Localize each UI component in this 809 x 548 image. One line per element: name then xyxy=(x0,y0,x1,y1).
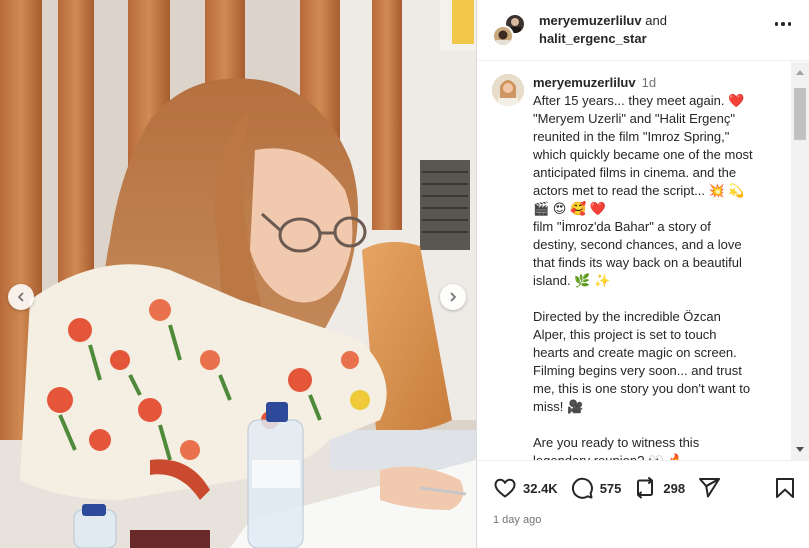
caption-line: destiny, second chances, and a love xyxy=(533,237,742,252)
caption-line: miss! 🎥 xyxy=(533,399,584,414)
comment-button[interactable]: 575 xyxy=(570,476,622,500)
caption-line: After 15 years... they meet again. ❤️ xyxy=(533,93,745,108)
caption-line: me, this is one story you don't want to xyxy=(533,381,751,396)
caption-line: "Meryem Uzerli" and "Halit Ergenç" xyxy=(533,111,735,126)
bookmark-icon xyxy=(776,478,794,498)
caption-line: island. 🌿 ✨ xyxy=(533,273,611,288)
scrollbar[interactable] xyxy=(791,62,809,460)
username-link[interactable]: halit_ergenc_star xyxy=(539,30,667,48)
caption-line: that finds its way back on a beautiful xyxy=(533,255,742,270)
caption-line: Filming begins very soon... and trust xyxy=(533,363,742,378)
caption-line: anticipated films in cinema. and the xyxy=(533,165,737,180)
more-icon-dot xyxy=(787,22,791,26)
avatar xyxy=(492,25,514,47)
more-options-button[interactable] xyxy=(774,22,791,26)
more-icon xyxy=(774,22,778,26)
caption-username[interactable]: meryemuzerliluv xyxy=(533,75,636,90)
action-bar: 32.4K 575 298 1 day ago xyxy=(477,460,809,548)
caption-line: Are you ready to witness this xyxy=(533,435,700,450)
comment-count[interactable]: 575 xyxy=(600,481,622,496)
next-photo-button[interactable] xyxy=(440,284,466,310)
chevron-right-icon xyxy=(450,292,456,302)
caption-line: 🎬 😍 🥰 ❤️ xyxy=(533,201,606,216)
caption-line: Directed by the incredible Özcan xyxy=(533,309,721,324)
instagram-post-view: meryemuzerliluv and halit_ergenc_star me… xyxy=(0,0,809,548)
header-usernames: meryemuzerliluv and halit_ergenc_star xyxy=(539,12,667,48)
caption-line: film "İmroz'da Bahar" a story of xyxy=(533,219,711,234)
caption-body: meryemuzerliluv 1d After 15 years... they… xyxy=(533,74,783,460)
caption-line: Alper, this project is set to touch xyxy=(533,327,717,342)
like-count[interactable]: 32.4K xyxy=(523,481,558,496)
repost-icon xyxy=(637,477,654,499)
and-connector: and xyxy=(645,13,667,28)
caption-line: legendary reunion? 👀 🔥 xyxy=(533,452,783,460)
post-photo xyxy=(0,0,476,548)
post-side-panel: meryemuzerliluv and halit_ergenc_star me… xyxy=(476,0,809,548)
comment-icon xyxy=(571,477,593,499)
chevron-left-icon xyxy=(18,292,24,302)
caption-line: actors met to read the script... 💥 💫 xyxy=(533,183,745,198)
avatar[interactable] xyxy=(492,74,524,106)
save-button[interactable] xyxy=(774,476,796,505)
caption-scroll-area[interactable]: meryemuzerliluv 1d After 15 years... they… xyxy=(477,62,792,460)
heart-icon xyxy=(494,478,516,498)
scrollbar-thumb[interactable] xyxy=(794,88,806,140)
caption-line: which quickly became one of the most xyxy=(533,147,753,162)
repost-count[interactable]: 298 xyxy=(663,481,685,496)
scroll-down-arrow-icon[interactable] xyxy=(796,447,804,452)
collab-avatars[interactable] xyxy=(492,13,526,47)
like-button[interactable]: 32.4K xyxy=(493,476,558,500)
previous-photo-button[interactable] xyxy=(8,284,34,310)
username-link[interactable]: meryemuzerliluv xyxy=(539,13,642,28)
caption-spacer xyxy=(533,416,783,434)
share-icon xyxy=(699,478,721,498)
post-timestamp[interactable]: 1 day ago xyxy=(493,514,809,526)
caption-time: 1d xyxy=(641,75,657,90)
post-media[interactable] xyxy=(0,0,476,548)
caption-text: After 15 years... they meet again. ❤️ "Me… xyxy=(533,92,783,460)
caption-spacer xyxy=(533,290,783,308)
more-icon-dot xyxy=(781,22,785,26)
caption: meryemuzerliluv 1d After 15 years... they… xyxy=(492,74,792,460)
caption-line: hearts and create magic on screen. xyxy=(533,345,737,360)
caption-line: reunited in the film "Imroz Spring," xyxy=(533,129,730,144)
scroll-up-arrow-icon[interactable] xyxy=(796,70,804,75)
post-header: meryemuzerliluv and halit_ergenc_star xyxy=(477,0,809,61)
repost-button[interactable]: 298 xyxy=(633,476,685,500)
share-button[interactable] xyxy=(697,476,721,500)
